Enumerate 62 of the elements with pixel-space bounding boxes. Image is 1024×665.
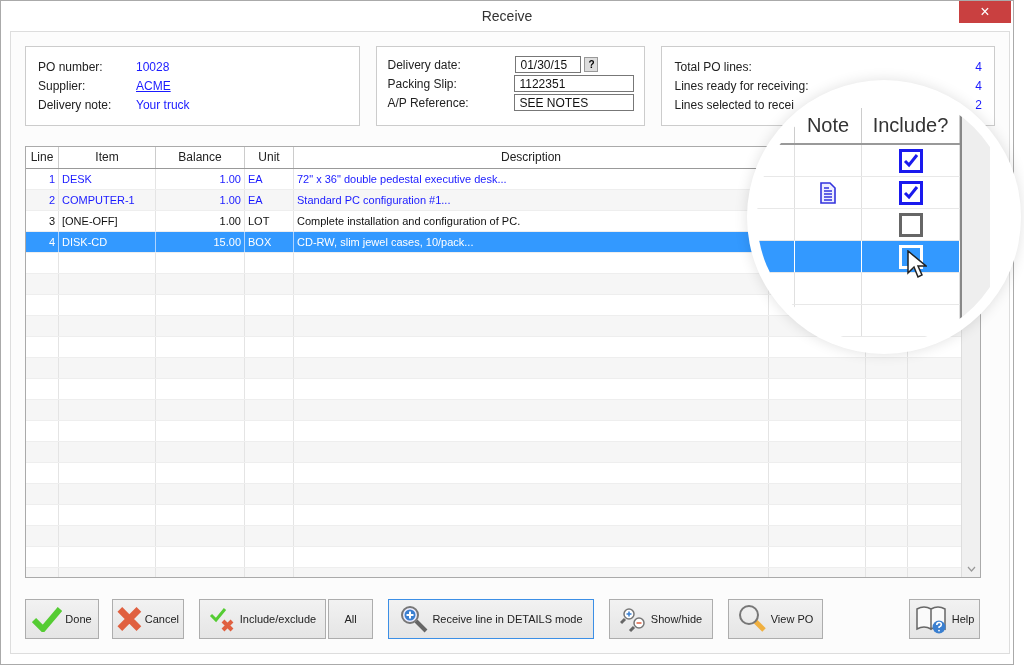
- search-icon: [737, 604, 768, 634]
- field-label: Total PO lines:: [674, 60, 752, 74]
- table-cell: 1: [26, 169, 59, 189]
- table-cell: EA: [245, 190, 294, 210]
- all-button[interactable]: All: [328, 599, 373, 639]
- table-cell: 3: [26, 211, 59, 231]
- table-cell: LOT: [245, 211, 294, 231]
- toolbar-button[interactable]: Help: [909, 599, 980, 639]
- field-label: Lines selected to recei: [674, 98, 794, 112]
- toolbar-button[interactable]: Done: [25, 599, 99, 639]
- table-cell: 2: [26, 190, 59, 210]
- table-cell: BOX: [245, 232, 294, 252]
- close-button[interactable]: ×: [959, 1, 1011, 23]
- check-icon: [32, 606, 63, 632]
- date-field[interactable]: 01/30/15: [515, 56, 582, 73]
- field-value: 2: [975, 98, 982, 112]
- zoom-in-icon: [399, 604, 430, 634]
- help-book-icon: [914, 604, 949, 634]
- checkbox[interactable]: [898, 148, 923, 173]
- field-value: 4: [975, 79, 982, 93]
- column-header: Unit: [245, 147, 294, 168]
- toolbar-button[interactable]: View PO: [728, 599, 823, 639]
- date-picker-button[interactable]: ?: [584, 57, 599, 72]
- table-cell: EA: [245, 169, 294, 189]
- magnified-row[interactable]: [757, 177, 960, 209]
- field-value: Your truck: [136, 98, 190, 112]
- table-cell: [ONE-OFF]: [59, 211, 156, 231]
- field-label: Delivery date:: [387, 57, 462, 72]
- column-header: Include?: [872, 114, 949, 137]
- column-header: Line: [26, 147, 59, 168]
- column-header: Note: [806, 114, 850, 137]
- column-header: Balance: [156, 147, 245, 168]
- note-icon[interactable]: [820, 181, 836, 204]
- table-cell: DISK-CD: [59, 232, 156, 252]
- toolbar-button[interactable]: Receive line in DETAILS mode: [388, 599, 594, 639]
- field-label: PO number:: [38, 60, 104, 74]
- checkbox[interactable]: [898, 212, 923, 237]
- field-label: Packing Slip:: [387, 76, 458, 91]
- table-cell: DESK: [59, 169, 156, 189]
- table-cell: 1.00: [156, 190, 245, 210]
- table-cell: 1.00: [156, 169, 245, 189]
- table-cell: 15.00: [156, 232, 245, 252]
- table-cell: COMPUTER-1: [59, 190, 156, 210]
- toolbar-button[interactable]: Include/exclude: [199, 599, 326, 639]
- table-cell: 1.00: [156, 211, 245, 231]
- column-header: Item: [59, 147, 156, 168]
- window-title: Receive: [481, 8, 533, 24]
- text-field[interactable]: 1122351: [514, 75, 635, 92]
- text-field[interactable]: SEE NOTES: [514, 94, 635, 111]
- toolbar-button[interactable]: Show/hide: [609, 599, 713, 639]
- supplier-link[interactable]: ACME: [136, 79, 171, 93]
- field-label: A/P Reference:: [387, 95, 470, 110]
- toolbar-button[interactable]: Cancel: [112, 599, 184, 639]
- field-value: 4: [975, 60, 982, 74]
- field-label: Delivery note:: [38, 98, 113, 112]
- table-cell: 4: [26, 232, 59, 252]
- checkbox[interactable]: [898, 180, 923, 205]
- field-label: Supplier:: [38, 79, 87, 93]
- zoom-in-out-icon: [619, 605, 648, 633]
- cross-icon: [117, 606, 142, 632]
- field-value: 10028: [136, 60, 170, 74]
- field-label: Lines ready for receiving:: [674, 79, 809, 93]
